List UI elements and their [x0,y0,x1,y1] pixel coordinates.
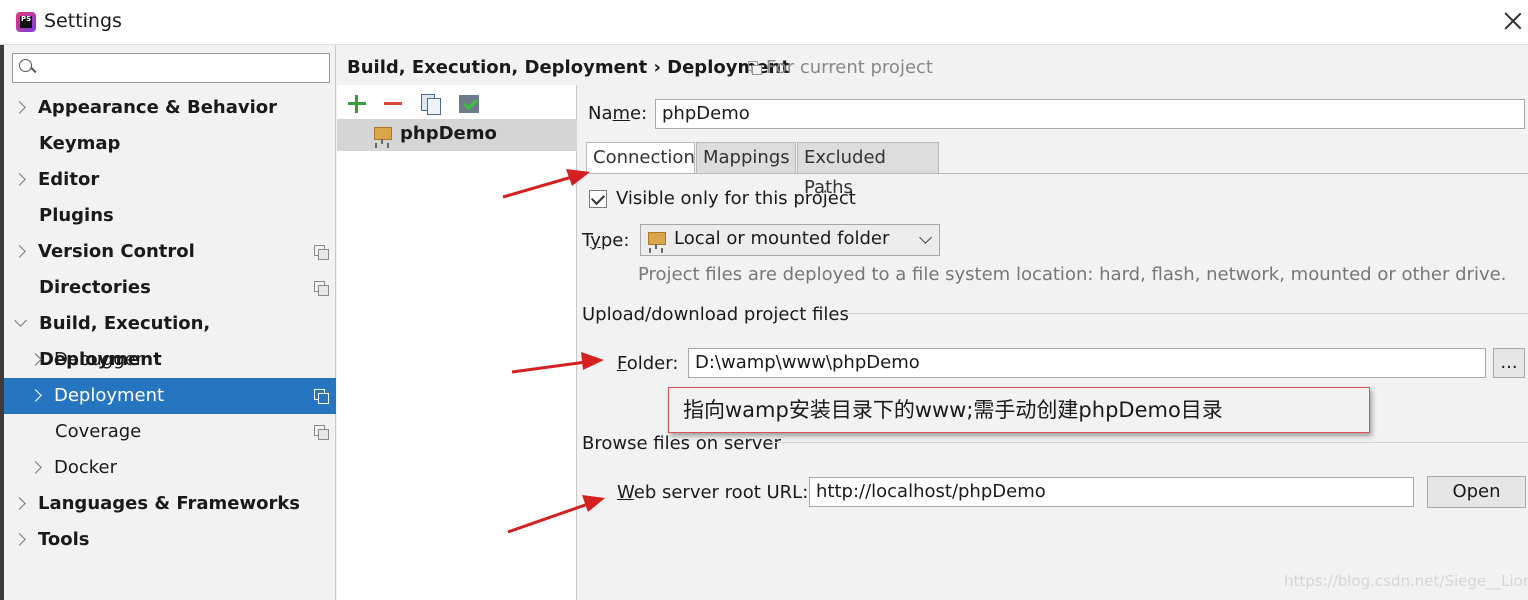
arrow-icon [507,495,605,534]
arrow-icon [502,169,590,199]
arrow-icon [511,352,604,374]
annotation-arrows [502,169,605,534]
watermark: https://blog.csdn.net/Siege__Lion [1284,572,1528,590]
